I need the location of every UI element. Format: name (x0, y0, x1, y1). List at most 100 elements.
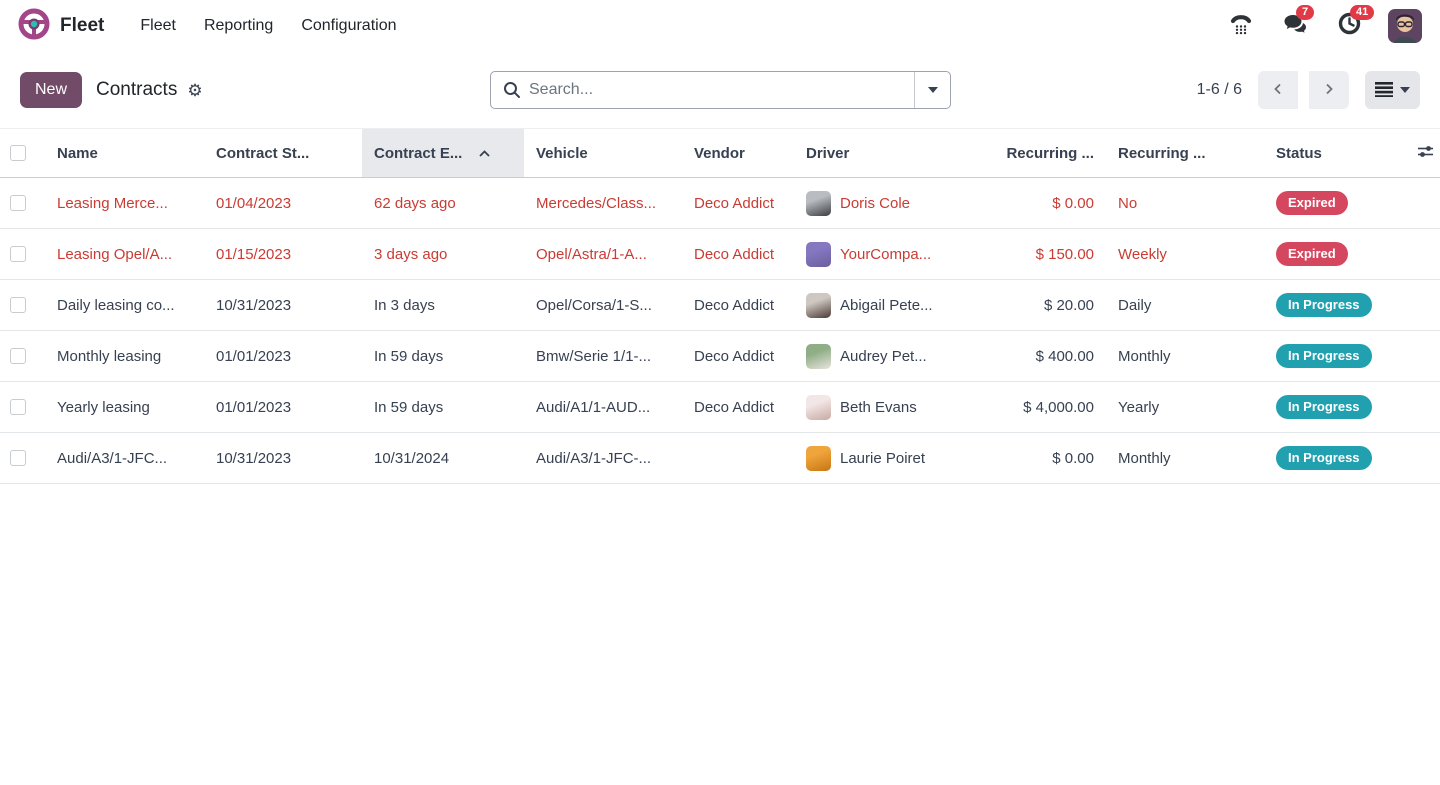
cell-driver: Abigail Pete... (794, 280, 984, 330)
cell-recurring-cost: $ 150.00 (984, 229, 1106, 279)
column-header-vehicle[interactable]: Vehicle (524, 129, 682, 177)
cell-recurring-cost: $ 400.00 (984, 331, 1106, 381)
select-all-checkbox[interactable] (10, 145, 26, 161)
column-header-name[interactable]: Name (45, 129, 204, 177)
navbar-menus: Fleet Reporting Configuration (130, 9, 406, 43)
control-panel: New Contracts ⚙ 1-6 / 6 (0, 52, 1440, 128)
driver-name: Laurie Poiret (840, 450, 925, 467)
search-input[interactable] (529, 81, 914, 99)
cell-vehicle: Mercedes/Class... (524, 178, 682, 228)
menu-fleet[interactable]: Fleet (130, 9, 186, 43)
optional-columns-button[interactable] (1410, 129, 1440, 177)
header-checkbox-cell (0, 129, 45, 177)
activities-count-badge: 41 (1350, 5, 1374, 20)
cell-recurring-frequency: Weekly (1106, 229, 1264, 279)
sort-ascending-icon (478, 149, 491, 158)
navbar-systray: 7 41 (1226, 9, 1422, 43)
table-row[interactable]: Yearly leasing 01/01/2023 In 59 days Aud… (0, 382, 1440, 433)
driver-name: YourCompa... (840, 246, 931, 263)
cell-contract-start: 10/31/2023 (204, 433, 362, 483)
cell-vendor: Deco Addict (682, 229, 794, 279)
driver-avatar (806, 191, 831, 216)
table-row[interactable]: Monthly leasing 01/01/2023 In 59 days Bm… (0, 331, 1440, 382)
page-title: Contracts (96, 79, 177, 101)
search-filters-toggle[interactable] (914, 72, 950, 108)
status-badge: In Progress (1276, 446, 1372, 470)
chevron-left-icon (1271, 82, 1285, 99)
contracts-list: Name Contract St... Contract E... Vehicl… (0, 128, 1440, 484)
status-badge: Expired (1276, 242, 1348, 266)
row-checkbox[interactable] (10, 348, 26, 364)
table-row[interactable]: Daily leasing co... 10/31/2023 In 3 days… (0, 280, 1440, 331)
cell-recurring-frequency: Monthly (1106, 331, 1264, 381)
column-header-vendor[interactable]: Vendor (682, 129, 794, 177)
status-badge: In Progress (1276, 395, 1372, 419)
cell-contract-end: In 59 days (362, 331, 524, 381)
pager-range: 1-6 / 6 (1197, 81, 1242, 99)
phone-icon (1230, 13, 1252, 40)
gear-icon[interactable]: ⚙ (187, 82, 202, 99)
cell-vehicle: Opel/Astra/1-A... (524, 229, 682, 279)
driver-avatar (806, 293, 831, 318)
cell-contract-start: 01/01/2023 (204, 331, 362, 381)
search-bar (490, 71, 951, 109)
column-header-recurring-frequency[interactable]: Recurring ... (1106, 129, 1264, 177)
cell-name: Daily leasing co... (45, 280, 204, 330)
menu-configuration[interactable]: Configuration (291, 9, 406, 43)
search-icon (503, 81, 521, 99)
chevron-down-icon (928, 87, 938, 93)
messages-button[interactable]: 7 (1280, 11, 1310, 41)
app-switcher[interactable]: Fleet (18, 8, 104, 45)
activities-button[interactable]: 41 (1334, 11, 1364, 41)
table-row[interactable]: Audi/A3/1-JFC... 10/31/2023 10/31/2024 A… (0, 433, 1440, 484)
cell-recurring-cost: $ 0.00 (984, 433, 1106, 483)
row-checkbox[interactable] (10, 450, 26, 466)
cell-contract-start: 10/31/2023 (204, 280, 362, 330)
column-header-recurring-cost[interactable]: Recurring ... (984, 129, 1106, 177)
cell-vehicle: Bmw/Serie 1/1-... (524, 331, 682, 381)
top-navbar: Fleet Fleet Reporting Configuration (0, 0, 1440, 52)
voip-phone-button[interactable] (1226, 11, 1256, 41)
cell-driver: Laurie Poiret (794, 433, 984, 483)
column-header-contract-end-label: Contract E... (374, 145, 462, 162)
cell-driver: Doris Cole (794, 178, 984, 228)
new-button[interactable]: New (20, 72, 82, 108)
cell-vendor: Deco Addict (682, 331, 794, 381)
chevron-right-icon (1322, 82, 1336, 99)
cell-contract-end: 10/31/2024 (362, 433, 524, 483)
cell-vehicle: Audi/A3/1-JFC-... (524, 433, 682, 483)
cell-vendor: Deco Addict (682, 280, 794, 330)
table-row[interactable]: Leasing Merce... 01/04/2023 62 days ago … (0, 178, 1440, 229)
cell-vehicle: Audi/A1/1-AUD... (524, 382, 682, 432)
column-header-status[interactable]: Status (1264, 129, 1410, 177)
cell-contract-end: In 3 days (362, 280, 524, 330)
app-name: Fleet (60, 15, 104, 37)
status-badge: Expired (1276, 191, 1348, 215)
row-checkbox[interactable] (10, 297, 26, 313)
pager-previous-button[interactable] (1258, 71, 1298, 109)
row-checkbox[interactable] (10, 399, 26, 415)
fleet-steering-wheel-icon (18, 8, 50, 45)
driver-name: Doris Cole (840, 195, 910, 212)
table-row[interactable]: Leasing Opel/A... 01/15/2023 3 days ago … (0, 229, 1440, 280)
cell-contract-end: 62 days ago (362, 178, 524, 228)
row-checkbox[interactable] (10, 246, 26, 262)
cell-vendor: Deco Addict (682, 178, 794, 228)
chevron-down-icon (1400, 87, 1410, 93)
list-view-icon (1375, 81, 1393, 100)
user-avatar[interactable] (1388, 9, 1422, 43)
cell-name: Monthly leasing (45, 331, 204, 381)
column-header-driver[interactable]: Driver (794, 129, 984, 177)
column-header-contract-start[interactable]: Contract St... (204, 129, 362, 177)
cell-driver: Audrey Pet... (794, 331, 984, 381)
table-header-row: Name Contract St... Contract E... Vehicl… (0, 128, 1440, 178)
column-header-contract-end[interactable]: Contract E... (362, 129, 524, 177)
cell-vehicle: Opel/Corsa/1-S... (524, 280, 682, 330)
sliders-icon (1417, 144, 1434, 163)
messages-count-badge: 7 (1296, 5, 1314, 20)
row-checkbox[interactable] (10, 195, 26, 211)
pager-next-button[interactable] (1309, 71, 1349, 109)
view-switcher-button[interactable] (1365, 71, 1420, 109)
menu-reporting[interactable]: Reporting (194, 9, 283, 43)
driver-name: Audrey Pet... (840, 348, 927, 365)
